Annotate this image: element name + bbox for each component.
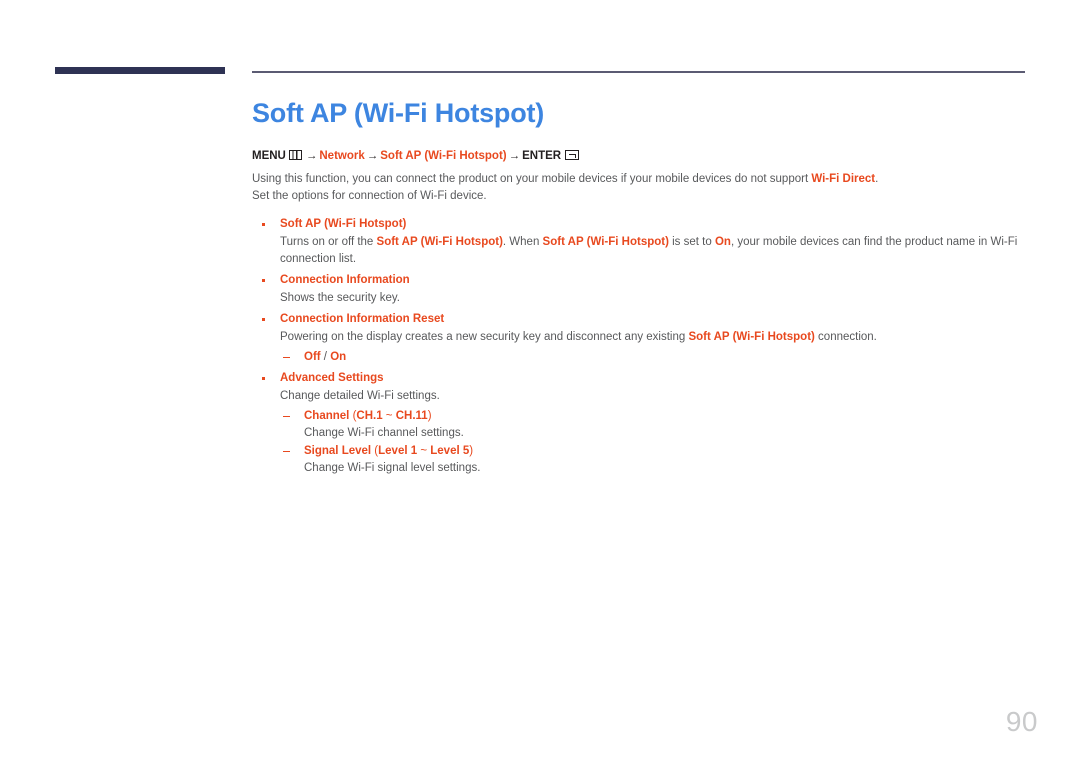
- channel-range-min: CH.1: [356, 410, 383, 422]
- list-item: Connection Information Shows the securit…: [252, 272, 1032, 307]
- intro-line1-period: .: [875, 173, 879, 185]
- option-desc-connection-information: Shows the security key.: [280, 292, 400, 304]
- sub-value-off: Off: [304, 351, 321, 363]
- list-item: Off / On: [280, 349, 1032, 366]
- signal-range-max: Level 5: [430, 445, 470, 457]
- sub-options-list: Channel (CH.1 ~ CH.11) Change Wi-Fi chan…: [280, 408, 1032, 477]
- sub-option-signal-level-name: Signal Level: [304, 445, 372, 457]
- dash-marker-icon: [283, 450, 290, 452]
- desc-text: Turns on or off the: [280, 236, 377, 248]
- option-desc-connection-information-reset: Powering on the display creates a new se…: [280, 329, 1032, 346]
- signal-range-min: Level 1: [378, 445, 418, 457]
- option-title-connection-information-reset: Connection Information Reset: [280, 313, 445, 325]
- page-number: 90: [1005, 706, 1038, 737]
- page-title: Soft AP (Wi-Fi Hotspot): [252, 98, 545, 128]
- dash-marker-icon: [283, 356, 290, 358]
- sub-options-list: Off / On: [280, 349, 1032, 366]
- intro-line2-text: Set the options for connection of Wi-Fi …: [252, 189, 487, 202]
- intro-line1-text: Using this function, you can connect the…: [252, 173, 812, 185]
- path-arrow-1: →: [305, 150, 318, 162]
- sub-option-off-on: Off / On: [304, 349, 1032, 366]
- sub-option-channel: Channel (CH.1 ~ CH.11): [304, 408, 1032, 425]
- desc-text: Powering on the display creates a new se…: [280, 331, 689, 343]
- bullet-dot-icon: [262, 223, 265, 226]
- option-desc-advanced-settings: Change detailed Wi-Fi settings.: [280, 390, 440, 402]
- sub-value-on: On: [330, 351, 347, 363]
- list-item: Channel (CH.1 ~ CH.11) Change Wi-Fi chan…: [280, 408, 1032, 442]
- option-title-advanced-settings: Advanced Settings: [280, 372, 384, 384]
- desc-text-3: is set to: [668, 236, 715, 248]
- desc-accent-1: Soft AP (Wi-Fi Hotspot): [376, 236, 503, 248]
- sub-option-signal-level-desc: Change Wi-Fi signal level settings.: [304, 462, 481, 474]
- dash-marker-icon: [283, 415, 290, 417]
- menu-navigation-path: MENU → Network → Soft AP (Wi-Fi Hotspot) → ENT…: [252, 149, 1032, 164]
- option-desc-soft-ap: Turns on or off the Soft AP (Wi-Fi Hotsp…: [280, 234, 1032, 268]
- paren-close: ): [469, 445, 474, 457]
- desc-accent-2: Soft AP (Wi-Fi Hotspot): [542, 236, 669, 248]
- page-content: Soft AP (Wi-Fi Hotspot) MENU → Network → Sof…: [252, 96, 1032, 481]
- desc-accent-1: Soft AP (Wi-Fi Hotspot): [688, 331, 815, 343]
- range-tilde: ~: [417, 445, 431, 457]
- list-item: Signal Level (Level 1 ~ Level 5) Change …: [280, 443, 1032, 477]
- option-title-soft-ap: Soft AP (Wi-Fi Hotspot): [280, 218, 407, 230]
- option-title-connection-information: Connection Information: [280, 274, 410, 286]
- bullet-dot-icon: [262, 279, 265, 282]
- header-accent-bar: [55, 67, 225, 74]
- menu-label: MENU: [252, 150, 286, 162]
- list-item: Connection Information Reset Powering on…: [252, 311, 1032, 366]
- sub-value-separator: /: [320, 351, 331, 363]
- path-item-soft-ap[interactable]: Soft AP (Wi-Fi Hotspot): [380, 150, 506, 162]
- menu-icon: [288, 150, 302, 160]
- paren-close: ): [427, 410, 432, 422]
- path-arrow-3: →: [508, 150, 521, 162]
- intro-paragraph: Using this function, you can connect the…: [252, 171, 1032, 204]
- desc-accent-on: On: [714, 236, 731, 248]
- enter-key-icon: [565, 150, 580, 160]
- sub-option-channel-desc: Change Wi-Fi channel settings.: [304, 427, 464, 439]
- options-list: Soft AP (Wi-Fi Hotspot) Turns on or off …: [252, 216, 1032, 477]
- desc-text-2: . When: [502, 236, 543, 248]
- path-arrow-2: →: [366, 150, 379, 162]
- path-item-network[interactable]: Network: [319, 150, 364, 162]
- desc-text-2: connection.: [814, 331, 877, 343]
- channel-range-max: CH.11: [395, 410, 428, 422]
- list-item: Advanced Settings Change detailed Wi-Fi …: [252, 370, 1032, 477]
- bullet-dot-icon: [262, 318, 265, 321]
- list-item: Soft AP (Wi-Fi Hotspot) Turns on or off …: [252, 216, 1032, 268]
- range-tilde: ~: [382, 410, 396, 422]
- header-horizontal-rule: [252, 71, 1025, 73]
- sub-option-signal-level: Signal Level (Level 1 ~ Level 5): [304, 443, 1032, 460]
- bullet-dot-icon: [262, 377, 265, 380]
- intro-accent-wifi-direct: Wi-Fi Direct: [811, 173, 876, 185]
- sub-option-channel-name: Channel: [304, 410, 350, 422]
- enter-label: ENTER: [522, 150, 562, 162]
